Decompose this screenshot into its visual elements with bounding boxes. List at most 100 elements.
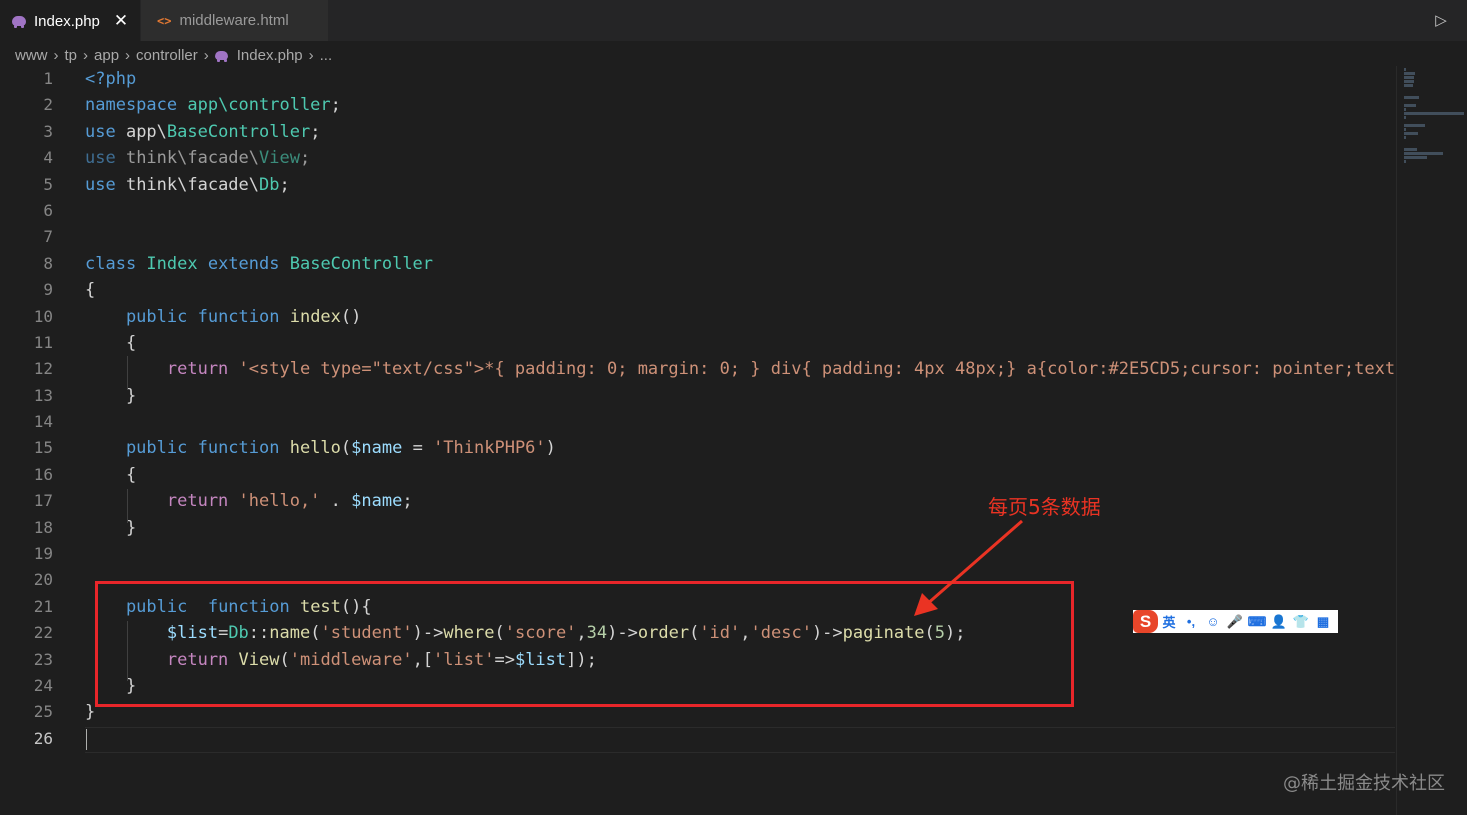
chevron-right-icon: › [125, 46, 131, 64]
toolbox-icon[interactable]: ▦ [1312, 614, 1334, 630]
code-token: public [85, 438, 198, 459]
breadcrumb-item[interactable]: app [94, 47, 119, 64]
chevron-right-icon: › [83, 46, 89, 64]
breadcrumb-item[interactable]: tp [65, 47, 78, 64]
line-number: 13 [33, 385, 53, 405]
code-token: index [289, 306, 341, 327]
emoji-icon[interactable]: ☺ [1202, 614, 1224, 629]
code-line: namespace app\controller; [85, 92, 1395, 118]
minimap-line [1404, 104, 1416, 107]
code-token: public [85, 306, 198, 327]
code-token: use [85, 174, 126, 195]
line-number: 26 [33, 728, 53, 748]
punctuation-icon[interactable]: •, [1180, 614, 1202, 629]
php-elephant-icon [214, 50, 228, 62]
user-icon[interactable]: 👤 [1268, 614, 1290, 630]
line-number: 3 [43, 121, 53, 141]
code-token: ; [279, 174, 290, 195]
code-line: class Index extends BaseController [85, 251, 1395, 277]
breadcrumb-item[interactable]: ... [320, 47, 333, 64]
line-number: 6 [43, 200, 53, 220]
skin-icon[interactable]: 👕 [1290, 614, 1312, 630]
minimap-line [1404, 116, 1406, 119]
code-token: ; [310, 121, 321, 142]
chevron-right-icon: › [308, 46, 314, 64]
code-token: app\ [125, 121, 167, 142]
minimap-line [1404, 124, 1425, 127]
line-number: 23 [33, 649, 53, 669]
line-number: 9 [43, 280, 53, 300]
indent-guide [127, 489, 128, 523]
line-number: 24 [33, 675, 53, 695]
code-token: app\controller [187, 95, 331, 116]
code-token: } [85, 385, 137, 406]
line-number: 1 [43, 69, 53, 88]
tab-index-php[interactable]: Index.php ✕ [0, 0, 140, 41]
breadcrumb-item[interactable]: www [15, 47, 48, 64]
code-line: { [85, 330, 1395, 356]
line-number-gutter: 1 2 3 4 5 6 7 8 9 10 11 12 13 14 15 16 17 18 19 20 21 22 23 24 2… [0, 66, 62, 752]
php-elephant-icon [12, 16, 26, 28]
tab-middleware-html[interactable]: <> middleware.html [141, 0, 328, 41]
line-number: 19 [33, 544, 53, 564]
code-token: Index [146, 253, 208, 274]
close-icon[interactable]: ✕ [114, 11, 128, 31]
code-token: hello [289, 438, 341, 459]
code-token: '<style type="text/css">*{ padding: 0; m… [238, 359, 1395, 380]
keyboard-icon[interactable]: ⌨ [1246, 614, 1268, 630]
code-token: 'ThinkPHP6' [433, 438, 546, 459]
code-token: 'hello,' [238, 491, 321, 512]
run-icon[interactable]: ▷ [1430, 10, 1452, 32]
code-line: public function hello($name = 'ThinkPHP6… [85, 435, 1395, 461]
minimap-line [1404, 72, 1415, 75]
minimap-line [1404, 80, 1414, 83]
language-toggle-icon[interactable]: 英 [1158, 612, 1180, 631]
line-number: 16 [33, 464, 53, 484]
line-number: 2 [43, 95, 53, 115]
code-token: () [340, 306, 362, 327]
minimap[interactable] [1404, 68, 1464, 172]
microphone-icon[interactable]: 🎤 [1224, 614, 1246, 630]
editor-tab-bar: Index.php ✕ <> middleware.html ▷ [0, 0, 1467, 41]
code-token: BaseController [166, 121, 311, 142]
line-number: 10 [33, 306, 53, 326]
code-token: $name [351, 438, 403, 459]
breadcrumb-item[interactable]: Index.php [237, 47, 303, 64]
ime-toolbar[interactable]: S 英 •, ☺ 🎤 ⌨ 👤 👕 ▦ [1133, 610, 1338, 633]
code-token: ; [299, 148, 311, 169]
code-token: ; [330, 95, 341, 116]
line-number: 17 [33, 491, 53, 511]
code-token: } [85, 517, 137, 538]
indent-guide [127, 356, 128, 390]
code-token: function [197, 438, 290, 459]
chevron-right-icon: › [203, 46, 209, 64]
breadcrumb-item[interactable]: controller [136, 47, 198, 64]
code-token: { [85, 464, 137, 485]
code-token: ( [340, 438, 352, 459]
code-token: function [197, 306, 290, 327]
line-number: 5 [43, 174, 53, 194]
minimap-line [1404, 136, 1406, 139]
line-number: 21 [33, 596, 53, 616]
minimap-line [1404, 112, 1464, 115]
code-line: public function index() [85, 304, 1395, 330]
code-token: class [85, 253, 147, 274]
tab-label: Index.php [34, 12, 100, 30]
line-number: 20 [33, 570, 53, 590]
code-token: { [85, 280, 96, 301]
tab-label: middleware.html [179, 12, 289, 29]
minimap-line [1404, 108, 1406, 111]
code-line: <?php [85, 66, 1395, 92]
html-icon: <> [157, 13, 172, 28]
code-token: ; [402, 491, 413, 512]
minimap-line [1404, 160, 1406, 163]
code-token: extends [207, 253, 290, 274]
line-number: 22 [33, 623, 53, 643]
code-token: . [320, 491, 352, 512]
sogou-logo-icon[interactable]: S [1133, 610, 1158, 633]
minimap-line [1404, 132, 1418, 135]
